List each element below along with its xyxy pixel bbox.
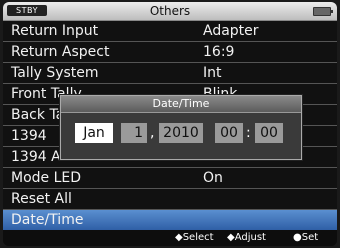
menu-item-label: Reset All xyxy=(11,191,72,207)
menu-item-value: Int xyxy=(203,65,222,81)
menu-item-value: Adapter xyxy=(203,23,259,39)
menu-item-label: Return Aspect xyxy=(11,44,110,60)
minute-field[interactable]: 00 xyxy=(255,123,283,143)
menu-item-mode-led[interactable]: Mode LED On xyxy=(3,168,337,189)
menu-item-value: 16:9 xyxy=(203,44,235,60)
menu-item-label: Mode LED xyxy=(11,170,82,186)
adjust-hint: ◆Adjust xyxy=(227,232,266,243)
year-field[interactable]: 2010 xyxy=(159,123,203,143)
menu-item-return-aspect[interactable]: Return Aspect 16:9 xyxy=(3,42,337,63)
hour-field[interactable]: 00 xyxy=(215,123,243,143)
dialog-title: Date/Time xyxy=(61,96,301,113)
time-separator: : xyxy=(246,125,251,141)
date-time-dialog: Date/Time Jan 1 , 2010 00 : 00 xyxy=(60,95,302,160)
menu-item-label: Return Input xyxy=(11,23,99,39)
menu-item-tally-system[interactable]: Tally System Int xyxy=(3,63,337,84)
set-hint: ●Set xyxy=(293,232,319,243)
menu-item-label: Date/Time xyxy=(11,212,84,228)
menu-item-label: Tally System xyxy=(11,65,99,81)
menu-header: STBY Others xyxy=(3,2,337,21)
menu-item-return-input[interactable]: Return Input Adapter xyxy=(3,21,337,42)
menu-item-reset-all[interactable]: Reset All xyxy=(3,189,337,210)
battery-icon xyxy=(313,7,333,16)
select-hint: ◆Select xyxy=(175,232,214,243)
menu-item-label: 1394 xyxy=(11,128,47,144)
page-title: Others xyxy=(149,4,191,18)
camera-menu-screen: STBY Others Return Input Adapter Return … xyxy=(3,2,337,246)
day-field[interactable]: 1 xyxy=(121,123,147,143)
date-time-fields: Jan 1 , 2010 00 : 00 xyxy=(61,120,301,146)
month-field[interactable]: Jan xyxy=(75,123,113,143)
date-separator: , xyxy=(150,125,155,141)
control-hints: ◆Select ◆Adjust ●Set xyxy=(3,230,337,246)
menu-item-value: On xyxy=(203,170,223,186)
menu-item-date-time[interactable]: Date/Time xyxy=(3,210,337,231)
